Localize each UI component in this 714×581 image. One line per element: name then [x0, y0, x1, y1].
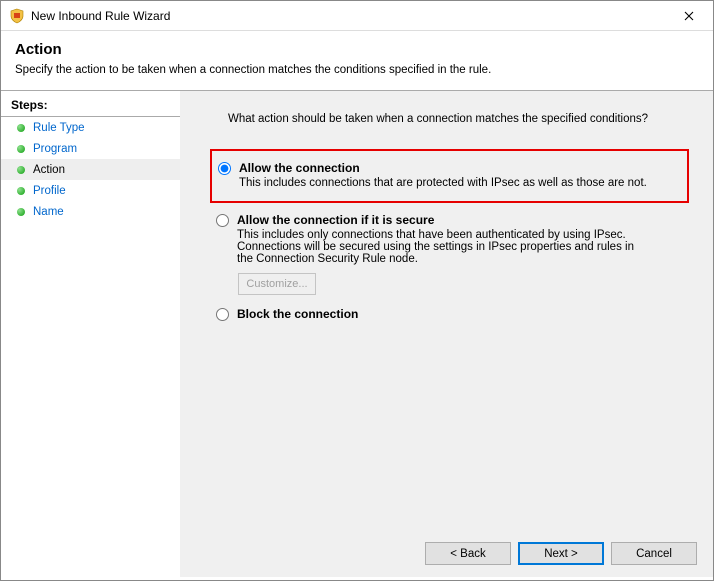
radio-option-allow-secure[interactable]: Allow the connection if it is secure Thi…	[212, 211, 689, 267]
customize-button: Customize...	[238, 273, 316, 295]
sidebar-item-label: Action	[33, 164, 65, 176]
next-button[interactable]: Next >	[518, 542, 604, 565]
back-button[interactable]: < Back	[425, 542, 511, 565]
window-title: New Inbound Rule Wizard	[31, 9, 170, 23]
sidebar-step-action[interactable]: Action	[1, 159, 180, 180]
step-bullet-icon	[17, 124, 25, 132]
page-title: Action	[15, 41, 699, 58]
sidebar-step-rule-type[interactable]: Rule Type	[1, 117, 180, 138]
sidebar-item-label: Rule Type	[33, 122, 85, 134]
sidebar-step-name[interactable]: Name	[1, 201, 180, 222]
step-bullet-icon	[17, 187, 25, 195]
step-bullet-icon	[17, 166, 25, 174]
radio-allow-secure[interactable]	[216, 214, 229, 227]
wizard-footer: < Back Next > Cancel	[425, 542, 697, 565]
option-description: This includes connections that are prote…	[239, 177, 647, 189]
close-button[interactable]	[667, 2, 711, 30]
radio-block[interactable]	[216, 308, 229, 321]
sidebar-item-label: Program	[33, 143, 77, 155]
radio-option-block[interactable]: Block the connection	[212, 305, 689, 323]
option-label: Allow the connection if it is secure	[237, 213, 647, 227]
option-description: This includes only connections that have…	[237, 229, 647, 265]
option-label: Block the connection	[237, 307, 358, 321]
shield-icon	[9, 8, 25, 24]
radio-allow[interactable]	[218, 162, 231, 175]
highlighted-option: Allow the connection This includes conne…	[210, 149, 689, 203]
sidebar-heading: Steps:	[1, 96, 180, 117]
wizard-header: Action Specify the action to be taken wh…	[1, 31, 713, 84]
option-label: Allow the connection	[239, 161, 647, 175]
action-prompt: What action should be taken when a conne…	[212, 113, 689, 125]
radio-option-allow[interactable]: Allow the connection This includes conne…	[214, 159, 681, 191]
wizard-content: What action should be taken when a conne…	[180, 91, 713, 577]
sidebar-item-label: Name	[33, 206, 64, 218]
titlebar: New Inbound Rule Wizard	[1, 1, 713, 31]
cancel-button[interactable]: Cancel	[611, 542, 697, 565]
sidebar-step-program[interactable]: Program	[1, 138, 180, 159]
wizard-steps-sidebar: Steps: Rule Type Program Action Profile …	[1, 91, 180, 577]
step-bullet-icon	[17, 208, 25, 216]
sidebar-item-label: Profile	[33, 185, 66, 197]
sidebar-step-profile[interactable]: Profile	[1, 180, 180, 201]
page-subtitle: Specify the action to be taken when a co…	[15, 64, 699, 76]
step-bullet-icon	[17, 145, 25, 153]
